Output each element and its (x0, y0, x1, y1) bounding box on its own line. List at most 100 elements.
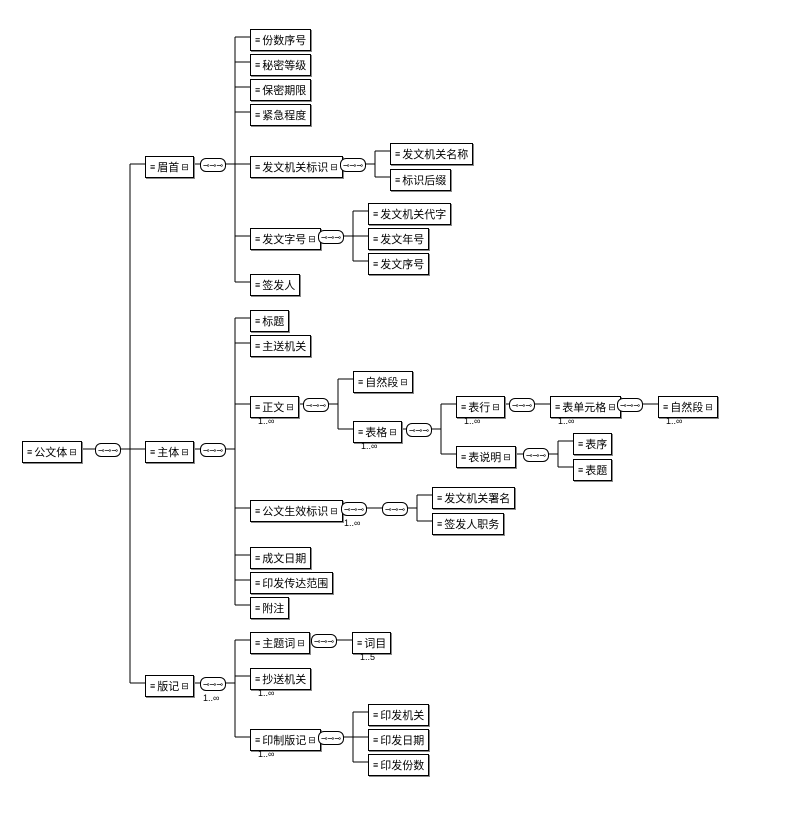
connector-fawen-zihao: ⊸⊸⊸ (318, 230, 344, 244)
card-danyuange: 1..∞ (558, 416, 574, 426)
node-jinji[interactable]: 紧急程度 (250, 104, 311, 126)
node-zhiwu[interactable]: 签发人职务 (432, 513, 504, 535)
label: 主体 (157, 444, 179, 460)
label: 抄送机关 (262, 671, 306, 687)
connector-zhuti: ⊸⊸⊸ (200, 443, 226, 457)
connector-biaohang: ⊸⊸⊸ (509, 398, 535, 412)
node-qianfaren[interactable]: 签发人 (250, 274, 300, 296)
label: 词目 (364, 635, 386, 651)
node-banji[interactable]: 版记 (145, 675, 194, 697)
label: 发文机关名称 (402, 146, 468, 162)
connector-biaoge: ⊸⊸⊸ (406, 423, 432, 437)
label: 公文生效标识 (262, 503, 328, 519)
label: 表题 (585, 462, 607, 478)
label: 自然段 (365, 374, 398, 390)
node-biaoti2[interactable]: 表题 (573, 459, 612, 481)
node-fawen-mingcheng[interactable]: 发文机关名称 (390, 143, 473, 165)
node-biaoshuoming[interactable]: 表说明 (456, 446, 516, 468)
label: 份数序号 (262, 32, 306, 48)
node-shuming[interactable]: 发文机关署名 (432, 487, 515, 509)
label: 正文 (262, 399, 284, 415)
connector-biaoshuoming: ⊸⊸⊸ (523, 448, 549, 462)
label: 签发人职务 (444, 516, 499, 532)
label: 公文体 (34, 444, 67, 460)
node-biaoshi-houzhui[interactable]: 标识后缀 (390, 169, 451, 191)
connector-zhengwen: ⊸⊸⊸ (303, 398, 329, 412)
node-chengwen[interactable]: 成文日期 (250, 547, 311, 569)
connector-zhuticizu: ⊸⊸⊸ (311, 634, 337, 648)
card-biaoge: 1..∞ (361, 441, 377, 451)
node-chaosong[interactable]: 抄送机关 (250, 668, 311, 690)
label: 主送机关 (262, 338, 306, 354)
node-root[interactable]: 公文体 (22, 441, 82, 463)
label: 发文机关代字 (380, 206, 446, 222)
connector-fawen-biaoshi: ⊸⊸⊸ (340, 158, 366, 172)
node-zhusong[interactable]: 主送机关 (250, 335, 311, 357)
card-zhengwen: 1..∞ (258, 416, 274, 426)
node-fuzhu[interactable]: 附注 (250, 597, 289, 619)
label: 秘密等级 (262, 57, 306, 73)
node-fawen-daizi[interactable]: 发文机关代字 (368, 203, 451, 225)
card-ziranduan2: 1..∞ (666, 416, 682, 426)
label: 眉首 (157, 159, 179, 175)
node-fenshu[interactable]: 份数序号 (250, 29, 311, 51)
connector-banji: ⊸⊸⊸ (200, 677, 226, 691)
node-zhengwen[interactable]: 正文 (250, 396, 299, 418)
label: 标识后缀 (402, 172, 446, 188)
node-fawen-xuhao[interactable]: 发文序号 (368, 253, 429, 275)
label: 签发人 (262, 277, 295, 293)
label: 成文日期 (262, 550, 306, 566)
node-yinfa-riqi[interactable]: 印发日期 (368, 729, 429, 751)
node-biaoge[interactable]: 表格 (353, 421, 402, 443)
label: 标题 (262, 313, 284, 329)
node-meishou[interactable]: 眉首 (145, 156, 194, 178)
node-zhuti[interactable]: 主体 (145, 441, 194, 463)
connector-meishou: ⊸⊸⊸ (200, 158, 226, 172)
node-yinzhi[interactable]: 印制版记 (250, 729, 321, 751)
node-miji[interactable]: 秘密等级 (250, 54, 311, 76)
label: 版记 (157, 678, 179, 694)
label: 发文机关署名 (444, 490, 510, 506)
card-chaosong: 1..∞ (258, 688, 274, 698)
node-cimu[interactable]: 词目 (352, 632, 391, 654)
node-zhuticizu[interactable]: 主题词 (250, 632, 310, 654)
node-fawen-nianhao[interactable]: 发文年号 (368, 228, 429, 250)
node-yinfa-fenshu[interactable]: 印发份数 (368, 754, 429, 776)
connector-root: ⊸⊸⊸ (95, 443, 121, 457)
card-banji: 1..∞ (203, 693, 219, 703)
label: 紧急程度 (262, 107, 306, 123)
node-ziranduan2[interactable]: 自然段 (658, 396, 718, 418)
card-biaohang: 1..∞ (464, 416, 480, 426)
label: 表行 (468, 399, 490, 415)
label: 表说明 (468, 449, 501, 465)
card-shengxiao: 1..∞ (344, 518, 360, 528)
node-biaoti[interactable]: 标题 (250, 310, 289, 332)
node-shengxiao[interactable]: 公文生效标识 (250, 500, 343, 522)
label: 发文年号 (380, 231, 424, 247)
label: 主题词 (262, 635, 295, 651)
node-yinfa-jiguan[interactable]: 印发机关 (368, 704, 429, 726)
label: 保密期限 (262, 82, 306, 98)
label: 印发机关 (380, 707, 424, 723)
label: 印发传达范围 (262, 575, 328, 591)
label: 附注 (262, 600, 284, 616)
node-yinfa-fanwei[interactable]: 印发传达范围 (250, 572, 333, 594)
label: 印发日期 (380, 732, 424, 748)
node-fawen-biaoshi[interactable]: 发文机关标识 (250, 156, 343, 178)
node-biaoxu[interactable]: 表序 (573, 433, 612, 455)
connector-shengxiao-2: ⊸⊸⊸ (382, 502, 408, 516)
label: 发文机关标识 (262, 159, 328, 175)
connector-danyuange: ⊸⊸⊸ (617, 398, 643, 412)
label: 发文字号 (262, 231, 306, 247)
node-baomi[interactable]: 保密期限 (250, 79, 311, 101)
node-danyuange[interactable]: 表单元格 (550, 396, 621, 418)
card-yinzhi: 1..∞ (258, 749, 274, 759)
node-fawen-zihao[interactable]: 发文字号 (250, 228, 321, 250)
label: 自然段 (670, 399, 703, 415)
node-ziranduan[interactable]: 自然段 (353, 371, 413, 393)
label: 印发份数 (380, 757, 424, 773)
label: 表序 (585, 436, 607, 452)
node-biaohang[interactable]: 表行 (456, 396, 505, 418)
card-cimu: 1..5 (360, 652, 375, 662)
connector-shengxiao-1: ⊸⊸⊸ (341, 502, 367, 516)
